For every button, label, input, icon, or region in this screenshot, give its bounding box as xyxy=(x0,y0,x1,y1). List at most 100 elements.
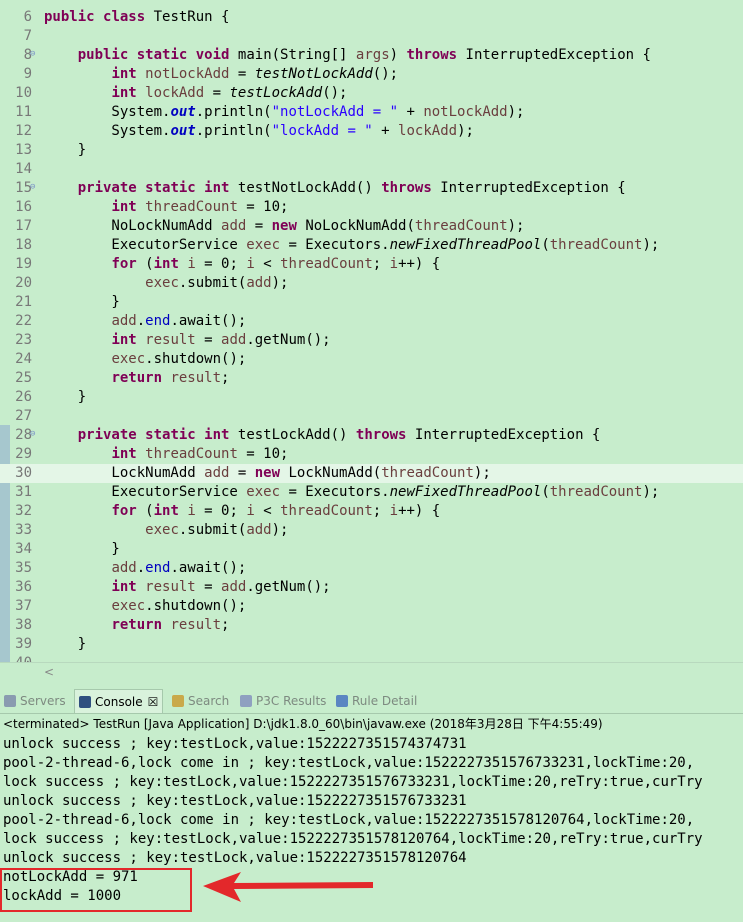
code-token: i xyxy=(246,256,255,272)
console-line: unlock success ; key:testLock,value:1522… xyxy=(3,850,467,866)
code-token: = 0; xyxy=(195,503,247,519)
code-editor[interactable]: 6 public class TestRun {7 8 ⊖ public static… xyxy=(0,0,743,662)
code-line[interactable]: 28 ⊖ private static int testLockAdd() thr… xyxy=(0,426,743,445)
code-line[interactable]: 11 System.out.println("notLockAdd = " + … xyxy=(0,103,743,122)
code-line[interactable]: 22 add.end.await(); xyxy=(0,312,743,331)
fold-toggle-icon[interactable]: ⊖ xyxy=(30,183,39,192)
line-number: 30 xyxy=(15,465,32,481)
code-token: main(String[] xyxy=(237,47,356,63)
code-line[interactable]: 16 int threadCount = 10; xyxy=(0,198,743,217)
code-token: TestRun { xyxy=(153,9,230,25)
code-text: int result = add.getNum(); xyxy=(44,331,330,350)
code-line[interactable]: 13 } xyxy=(0,141,743,160)
close-icon[interactable]: ☒ xyxy=(148,695,159,709)
code-line[interactable]: 24 exec.shutdown(); xyxy=(0,350,743,369)
line-number: 22 xyxy=(15,313,32,329)
code-token: int xyxy=(153,503,188,519)
code-token: ) xyxy=(389,47,407,63)
code-line[interactable]: 32 for (int i = 0; i < threadCount; i++)… xyxy=(0,502,743,521)
code-text: int lockAdd = testLockAdd(); xyxy=(44,84,347,103)
code-line[interactable]: 25 return result; xyxy=(0,369,743,388)
code-line[interactable]: 35 add.end.await(); xyxy=(0,559,743,578)
tab-label: Console xyxy=(95,695,143,709)
code-line[interactable]: 36 int result = add.getNum(); xyxy=(0,578,743,597)
tab-console[interactable]: Console ☒ xyxy=(74,689,164,713)
code-token: .await(); xyxy=(170,313,247,329)
code-line[interactable]: 23 int result = add.getNum(); xyxy=(0,331,743,350)
code-text: } xyxy=(44,635,86,654)
code-token: i xyxy=(187,256,196,272)
code-line[interactable]: 10 int lockAdd = testLockAdd(); xyxy=(0,84,743,103)
fold-toggle-icon[interactable]: ⊖ xyxy=(30,50,39,59)
console-icon xyxy=(79,696,91,708)
code-line[interactable]: 20 exec.submit(add); xyxy=(0,274,743,293)
code-token: int xyxy=(111,66,146,82)
scroll-left-arrow-icon[interactable]: < xyxy=(44,665,54,679)
code-token: i xyxy=(389,503,399,519)
code-line[interactable]: 34 } xyxy=(0,540,743,559)
view-tab-bar: Servers Console ☒ Search P3C Results Rule Det… xyxy=(0,689,743,714)
code-line[interactable]: 15 ⊖ private static int testNotLockAdd() … xyxy=(0,179,743,198)
code-token: ; xyxy=(372,503,390,519)
code-token: = xyxy=(204,85,230,101)
code-line[interactable]: 30 LockNumAdd add = new LockNumAdd(threa… xyxy=(0,464,743,483)
code-line[interactable]: 21 } xyxy=(0,293,743,312)
code-token: threadCount xyxy=(549,237,643,253)
line-number: 34 xyxy=(15,541,32,557)
tab-p3c-results[interactable]: P3C Results xyxy=(240,689,326,713)
code-token: exec xyxy=(246,237,281,253)
line-number: 36 xyxy=(15,579,32,595)
code-line[interactable]: 18 ExecutorService exec = Executors.newF… xyxy=(0,236,743,255)
code-line[interactable]: 40 xyxy=(0,654,743,662)
code-token: } xyxy=(44,294,120,310)
code-text: return result; xyxy=(44,616,229,635)
line-number: 13 xyxy=(15,142,32,158)
code-text: System.out.println("lockAdd = " + lockAd… xyxy=(44,122,474,141)
line-number: 11 xyxy=(15,104,32,120)
code-token: < xyxy=(254,256,281,272)
code-line[interactable]: 14 xyxy=(0,160,743,179)
code-line[interactable]: 7 xyxy=(0,27,743,46)
code-token: threadCount xyxy=(414,218,508,234)
line-number: 24 xyxy=(15,351,32,367)
code-line[interactable]: 39 } xyxy=(0,635,743,654)
code-token: threadCount xyxy=(549,484,643,500)
code-line[interactable]: 8 ⊖ public static void main(String[] args… xyxy=(0,46,743,65)
code-token: ; xyxy=(221,370,230,386)
tab-search[interactable]: Search xyxy=(172,689,229,713)
code-token: ExecutorService xyxy=(44,484,247,500)
code-text: private static int testLockAdd() throws … xyxy=(44,426,601,445)
code-line[interactable]: 37 exec.shutdown(); xyxy=(0,597,743,616)
code-token: i xyxy=(389,256,399,272)
code-line[interactable]: 19 for (int i = 0; i < threadCount; i++)… xyxy=(0,255,743,274)
code-line[interactable]: 6 public class TestRun { xyxy=(0,8,743,27)
code-text: int threadCount = 10; xyxy=(44,445,288,464)
code-line[interactable]: 17 NoLockNumAdd add = new NoLockNumAdd(t… xyxy=(0,217,743,236)
code-line[interactable]: 26 } xyxy=(0,388,743,407)
code-line[interactable]: 9 int notLockAdd = testNotLockAdd(); xyxy=(0,65,743,84)
tab-servers[interactable]: Servers xyxy=(4,689,66,713)
fold-toggle-icon[interactable]: ⊖ xyxy=(30,430,39,439)
code-text: } xyxy=(44,540,119,559)
code-line[interactable]: 29 int threadCount = 10; xyxy=(0,445,743,464)
code-line[interactable]: 31 ExecutorService exec = Executors.newF… xyxy=(0,483,743,502)
tab-rule-detail[interactable]: Rule Detail xyxy=(336,689,417,713)
code-token: = xyxy=(195,579,222,595)
code-line[interactable]: 38 return result; xyxy=(0,616,743,635)
code-token: threadCount xyxy=(145,199,238,215)
code-token: out xyxy=(170,123,196,139)
code-line[interactable]: 27 xyxy=(0,407,743,426)
code-line[interactable]: 33 exec.submit(add); xyxy=(0,521,743,540)
code-line[interactable]: 12 System.out.println("lockAdd = " + loc… xyxy=(0,122,743,141)
horizontal-scrollbar[interactable]: < xyxy=(0,662,743,681)
code-token: int xyxy=(111,332,146,348)
code-token: System. xyxy=(44,104,171,120)
line-number: 40 xyxy=(10,654,32,662)
